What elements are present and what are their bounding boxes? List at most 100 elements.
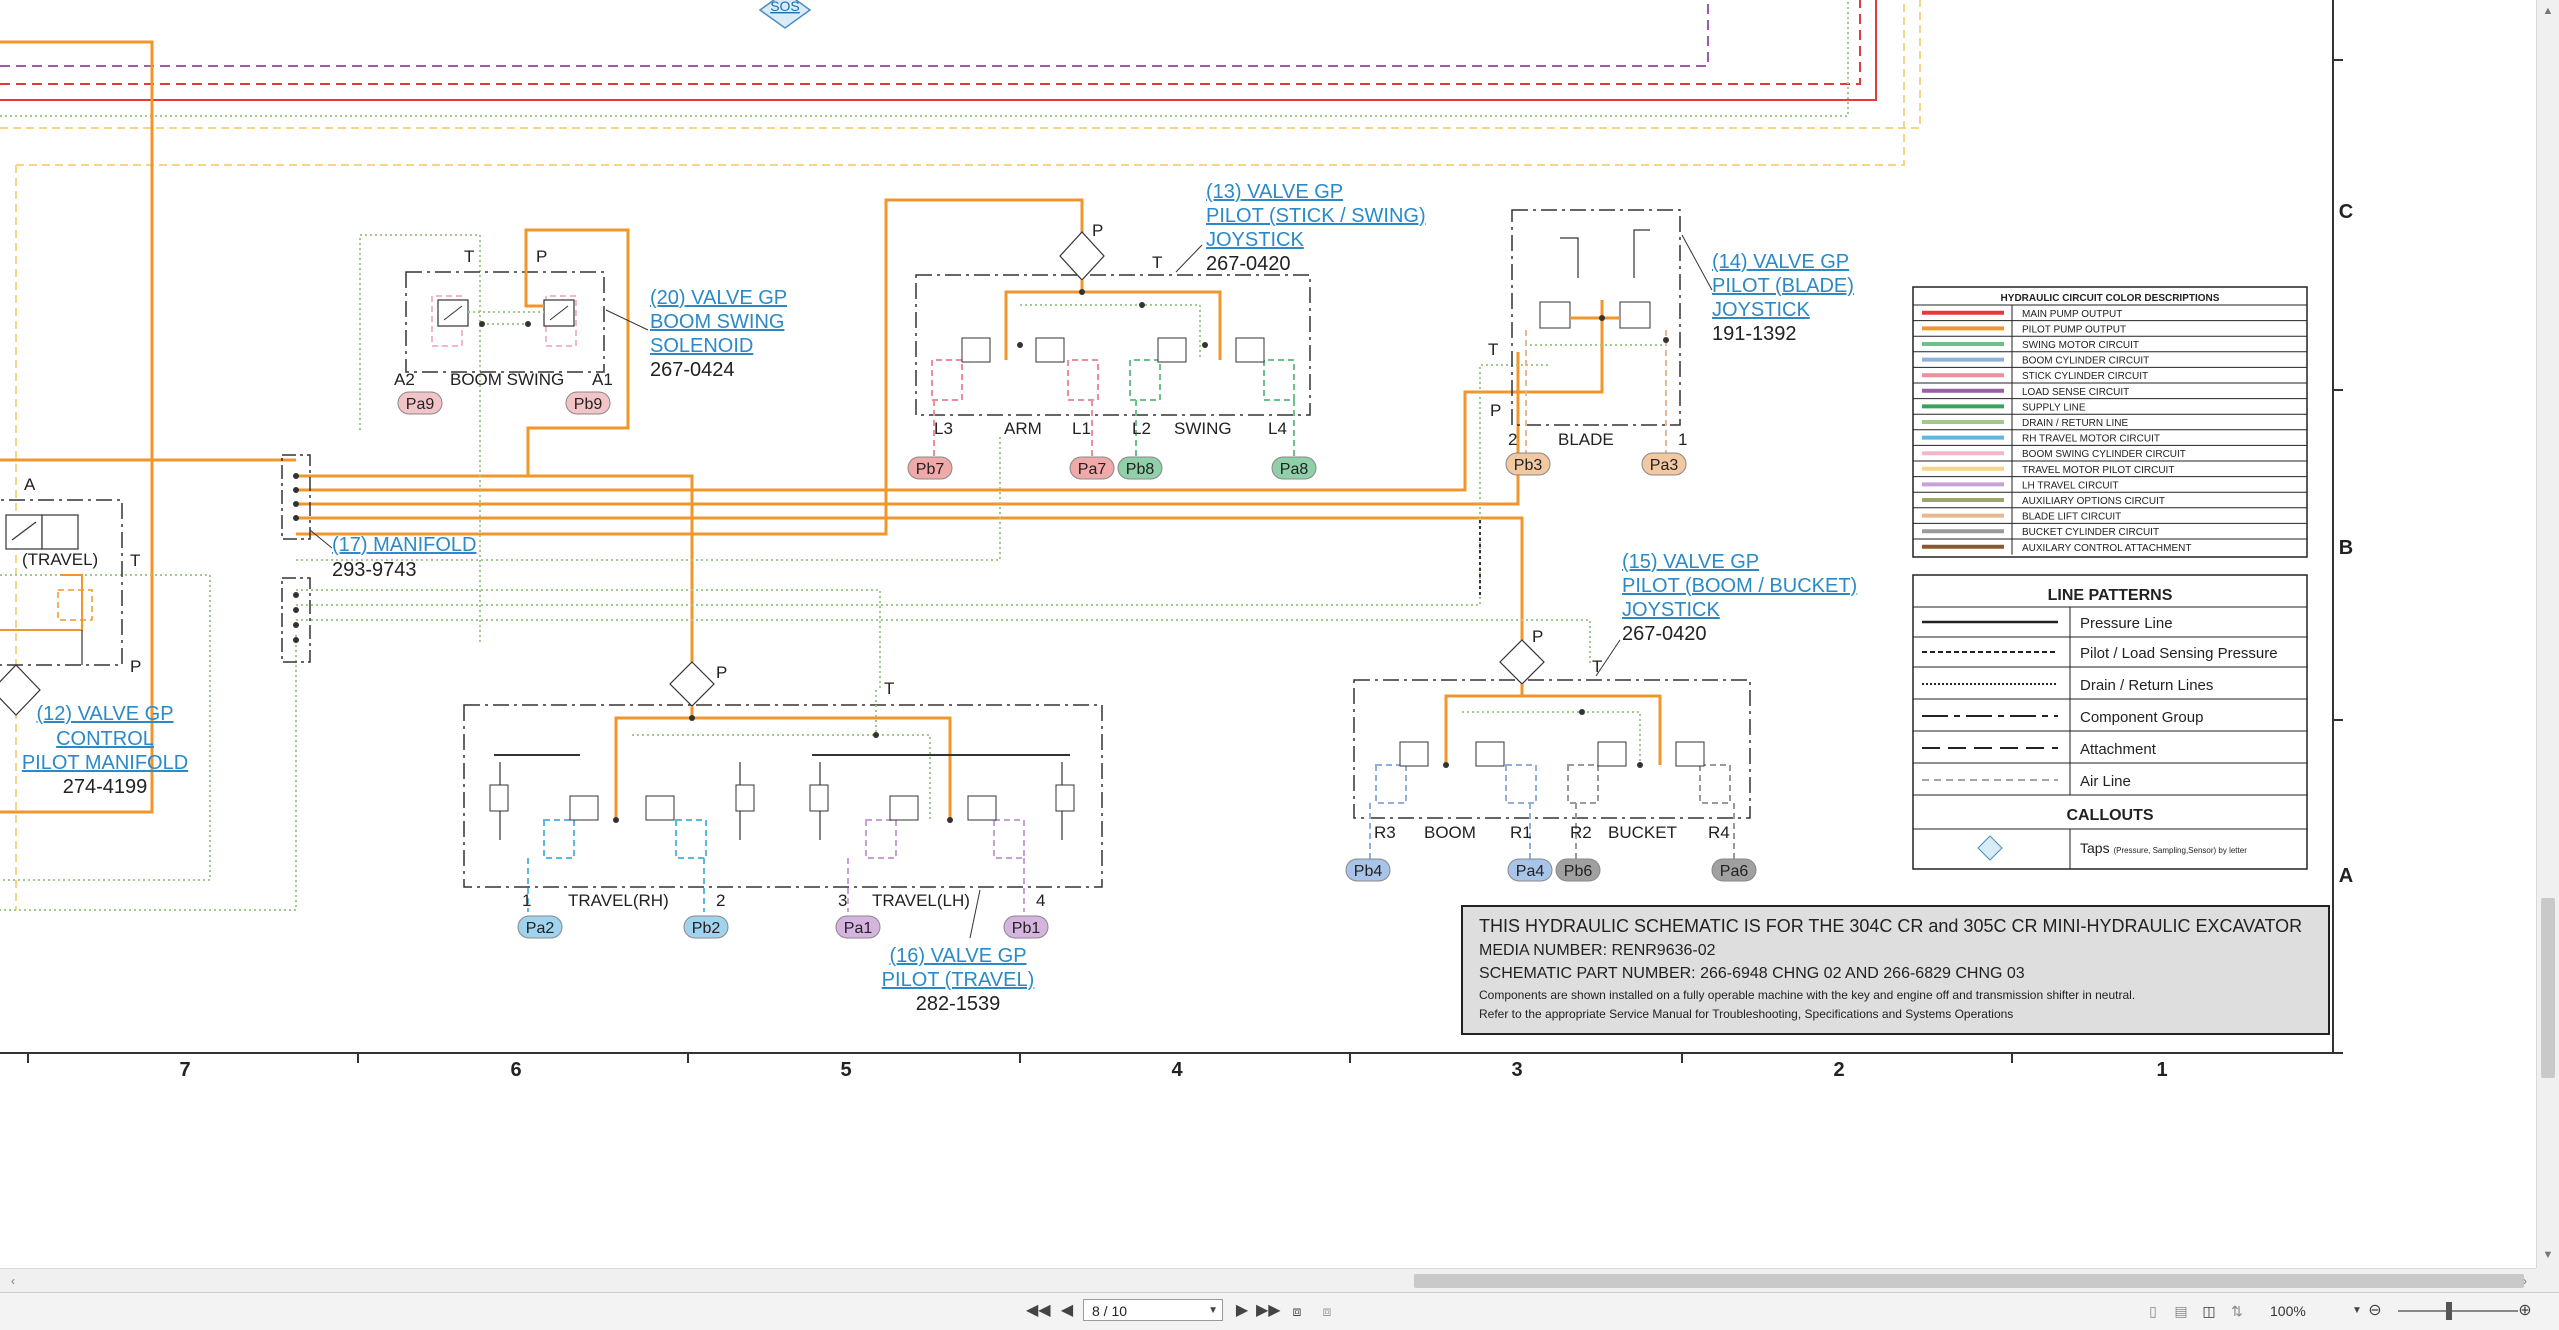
svg-text:JOYSTICK: JOYSTICK xyxy=(1712,299,1810,321)
svg-text:Pb4: Pb4 xyxy=(1354,863,1383,880)
svg-text:Pb1: Pb1 xyxy=(1012,920,1041,937)
color-row-label: BUCKET CYLINDER CIRCUIT xyxy=(2022,527,2159,538)
page-indicator: 8 / 10 xyxy=(1092,1303,1128,1319)
valve-gp-16[interactable]: P T 1 TRAVEL(RH) 2 3 TRAVEL(LH) 4 (16) V… xyxy=(463,661,1103,1015)
svg-text:T: T xyxy=(1592,657,1602,676)
svg-text:L4: L4 xyxy=(1268,419,1287,438)
svg-text:A: A xyxy=(24,475,36,494)
zoom-dropdown-icon[interactable]: ▼ xyxy=(2352,1301,2362,1321)
svg-text:3: 3 xyxy=(838,891,847,910)
valve-gp-12[interactable]: A T P (TRAVEL) (12) VALVE GP CONTROL PIL… xyxy=(0,475,188,798)
zoom-in-icon[interactable]: ⊕ xyxy=(2516,1301,2534,1321)
zoom-slider[interactable] xyxy=(2398,1310,2518,1312)
svg-text:SCHEMATIC PART NUMBER: 266-694: SCHEMATIC PART NUMBER: 266-6948 CHNG 02 … xyxy=(1479,965,2025,982)
continuous-view-icon[interactable]: ▤ xyxy=(2172,1301,2190,1321)
svg-text:P: P xyxy=(536,247,547,266)
fit-page-icon[interactable]: ⧈ xyxy=(1288,1301,1306,1321)
valve-gp-14[interactable]: T P 2 BLADE 1 (14) VALVE GP PILOT (BLADE… xyxy=(1479,209,1854,598)
valve-gp-20[interactable]: T P A2 BOOM SWING A1 (20) VALVE GP BOOM … xyxy=(394,247,787,389)
grid-col-2: 2 xyxy=(1833,1059,1844,1081)
svg-text:THIS HYDRAULIC SCHEMATIC IS FO: THIS HYDRAULIC SCHEMATIC IS FOR THE 304C… xyxy=(1479,916,2302,936)
horizontal-scrollbar[interactable]: ‹ › xyxy=(0,1268,2536,1293)
svg-text:BOOM: BOOM xyxy=(1424,823,1476,842)
grid-col-4: 4 xyxy=(1171,1059,1183,1081)
svg-text:JOYSTICK: JOYSTICK xyxy=(1622,599,1720,621)
next-page-icon[interactable]: ▶ xyxy=(1233,1301,1251,1321)
grid-col-6: 6 xyxy=(510,1059,521,1081)
svg-text:R2: R2 xyxy=(1570,823,1592,842)
svg-text:JOYSTICK: JOYSTICK xyxy=(1206,229,1304,251)
svg-text:Pa6: Pa6 xyxy=(1720,863,1749,880)
svg-text:TRAVEL(RH): TRAVEL(RH) xyxy=(568,891,669,910)
color-row-label: AUXILARY CONTROL ATTACHMENT xyxy=(2022,543,2191,554)
svg-text:P: P xyxy=(130,657,141,676)
svg-text:Pa9: Pa9 xyxy=(406,396,435,413)
scroll-right-icon[interactable]: › xyxy=(2518,1273,2532,1289)
scroll-up-icon[interactable]: ▲ xyxy=(2541,4,2555,18)
document-viewport[interactable]: SOS 7 6 5 4 3 2 1 C B A (17) MANIFOLD 29… xyxy=(0,0,2536,1268)
svg-text:Pa8: Pa8 xyxy=(1280,461,1309,478)
svg-text:PILOT (BLADE): PILOT (BLADE) xyxy=(1712,275,1854,297)
svg-text:267-0420: 267-0420 xyxy=(1622,623,1707,645)
svg-text:CALLOUTS: CALLOUTS xyxy=(2066,807,2153,824)
vertical-scrollbar[interactable]: ▲ ▼ xyxy=(2536,0,2559,1268)
zoom-out-icon[interactable]: ⊖ xyxy=(2366,1301,2384,1321)
sos-tap[interactable]: SOS xyxy=(758,0,812,29)
valve-gp-15[interactable]: P T R3 BOOM R1 R2 BUCKET R4 (15) VALVE G… xyxy=(1353,551,1857,860)
svg-text:L3: L3 xyxy=(934,419,953,438)
scroll-view-icon[interactable]: ⇅ xyxy=(2228,1301,2246,1321)
svg-text:PILOT (STICK / SWING): PILOT (STICK / SWING) xyxy=(1206,205,1426,227)
manifold-17[interactable] xyxy=(281,454,333,663)
navigation-toolbar: ◀◀ ◀ 8 / 10 ▼ ▶ ▶▶ ⧈ ⧈ ▯ ▤ ◫ ⇅ 100% ▼ ⊖ ⊕ xyxy=(0,1292,2559,1330)
color-row-label: SWING MOTOR CIRCUIT xyxy=(2022,340,2139,351)
color-row-label: MAIN PUMP OUTPUT xyxy=(2022,309,2122,320)
page-number-input[interactable]: 8 / 10 ▼ xyxy=(1083,1299,1223,1321)
grid-col-5: 5 xyxy=(840,1059,851,1081)
page-dropdown-icon[interactable]: ▼ xyxy=(1208,1300,1218,1322)
horizontal-scroll-thumb[interactable] xyxy=(1414,1274,2524,1288)
svg-text:2: 2 xyxy=(716,891,725,910)
svg-text:P: P xyxy=(1532,627,1543,646)
pilot-lines xyxy=(0,198,1604,662)
svg-text:L2: L2 xyxy=(1132,419,1151,438)
manifold-17-label[interactable]: (17) MANIFOLD 293-9743 xyxy=(332,534,476,581)
svg-text:Component Group: Component Group xyxy=(2080,709,2203,726)
svg-text:T: T xyxy=(464,247,474,266)
svg-text:Pb6: Pb6 xyxy=(1564,863,1593,880)
last-page-icon[interactable]: ▶▶ xyxy=(1256,1301,1281,1321)
zoom-level[interactable]: 100% xyxy=(2270,1301,2306,1321)
previous-page-icon[interactable]: ◀ xyxy=(1058,1301,1076,1321)
svg-text:P: P xyxy=(1092,221,1103,240)
svg-text:Refer to the appropriate Servi: Refer to the appropriate Service Manual … xyxy=(1479,1007,2013,1021)
svg-text:PILOT (TRAVEL): PILOT (TRAVEL) xyxy=(882,969,1035,991)
grid-col-3: 3 xyxy=(1511,1059,1522,1081)
valve-gp-13[interactable]: P T L3 ARM L1 L2 SWING L4 (13) VALVE GP … xyxy=(915,181,1426,458)
single-page-view-icon[interactable]: ▯ xyxy=(2144,1301,2162,1321)
svg-text:4: 4 xyxy=(1036,891,1045,910)
svg-text:SWING: SWING xyxy=(1174,419,1232,438)
svg-text:(15) VALVE GP: (15) VALVE GP xyxy=(1622,551,1759,573)
svg-text:1: 1 xyxy=(522,891,531,910)
color-row-label: SUPPLY LINE xyxy=(2022,402,2086,413)
svg-text:LINE PATTERNS: LINE PATTERNS xyxy=(2048,587,2173,604)
svg-text:Attachment: Attachment xyxy=(2080,741,2157,758)
two-page-view-icon[interactable]: ◫ xyxy=(2200,1301,2218,1321)
vertical-scroll-thumb[interactable] xyxy=(2541,898,2555,1078)
svg-text:A2: A2 xyxy=(394,370,415,389)
fit-width-icon[interactable]: ⧈ xyxy=(1318,1301,1336,1321)
scroll-left-icon[interactable]: ‹ xyxy=(6,1273,20,1289)
color-row-label: DRAIN / RETURN LINE xyxy=(2022,418,2128,429)
color-row-label: LH TRAVEL CIRCUIT xyxy=(2022,480,2119,491)
svg-text:Pb2: Pb2 xyxy=(692,920,721,937)
scrollbar-corner xyxy=(2536,1268,2559,1292)
scroll-down-icon[interactable]: ▼ xyxy=(2541,1248,2555,1262)
svg-text:Pa4: Pa4 xyxy=(1516,863,1545,880)
svg-text:PILOT MANIFOLD: PILOT MANIFOLD xyxy=(22,752,188,774)
svg-text:267-0424: 267-0424 xyxy=(650,359,735,381)
sos-label: SOS xyxy=(770,0,800,14)
svg-text:R4: R4 xyxy=(1708,823,1730,842)
zoom-slider-handle[interactable] xyxy=(2446,1302,2452,1320)
svg-text:274-4199: 274-4199 xyxy=(63,776,148,798)
drain-lines xyxy=(0,234,1591,911)
first-page-icon[interactable]: ◀◀ xyxy=(1026,1301,1051,1321)
